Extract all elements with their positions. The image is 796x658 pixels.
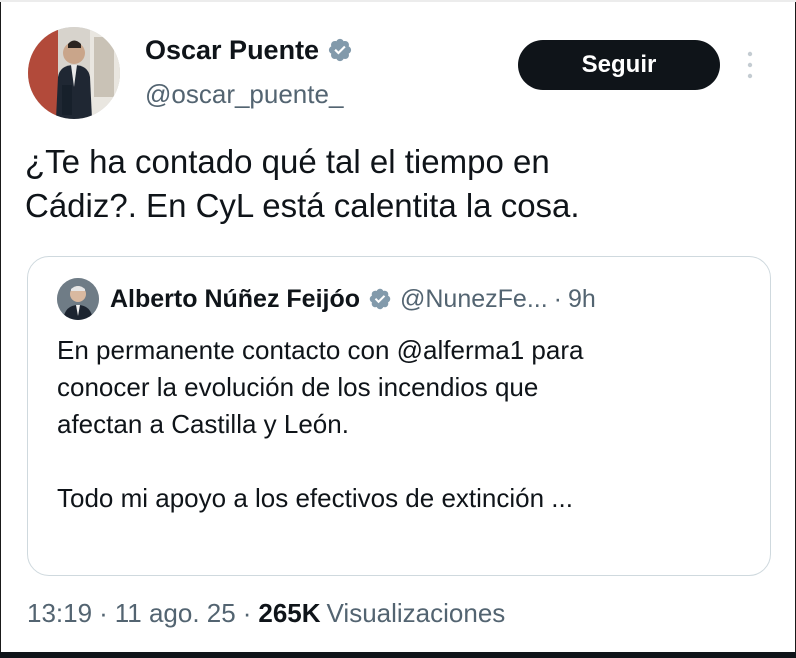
view-count: 265K [258,598,321,628]
tweet-date[interactable]: 11 ago. 25 [115,596,236,630]
author-display-name[interactable]: Oscar Puente [145,34,319,66]
quoted-handle[interactable]: @NunezFe... [400,285,548,314]
separator-dot: · [99,598,108,628]
author-avatar[interactable] [28,27,120,119]
views-label: Visualizaciones [326,598,506,628]
quoted-timestamp[interactable]: 9h [568,285,596,314]
tweet-text-line: Cádiz?. En CyL está calentita la cosa. [25,187,580,224]
quoted-text-line: Todo mi apoyo a los efectivos de extinci… [57,483,573,513]
verified-badge-icon [327,37,353,63]
top-divider [0,0,796,2]
quoted-text-line: afectan a Castilla y León. [57,409,349,439]
tweet-meta: 13:19 · 11 ago. 25 · 265K Visualizacione… [27,596,505,630]
quoted-text-line: conocer la evolución de los incendios qu… [57,372,539,402]
quoted-author-avatar [57,278,99,320]
follow-button[interactable]: Seguir [518,40,720,90]
more-vertical-icon[interactable] [745,48,755,82]
tweet-time[interactable]: 13:19 [27,596,92,630]
tweet-text-line: ¿Te ha contado qué tal el tiempo en [25,143,550,180]
verified-badge-icon [368,287,392,311]
quoted-text-line: En permanente contacto con @alferma1 par… [57,335,584,365]
quoted-header: Alberto Núñez Feijóo @NunezFe... · 9h [110,283,596,315]
author-handle[interactable]: @oscar_puente_ [145,78,343,110]
author-name-row: Oscar Puente [145,34,353,66]
tweet-text: ¿Te ha contado qué tal el tiempo en Cádi… [25,140,765,228]
bottom-divider [0,652,796,658]
quoted-tweet-card[interactable]: Alberto Núñez Feijóo @NunezFe... · 9h En… [27,256,771,576]
separator-dot: · [242,598,252,628]
quoted-text: En permanente contacto con @alferma1 par… [57,332,747,517]
separator-dot: · [553,284,562,313]
quoted-display-name[interactable]: Alberto Núñez Feijóo [110,283,360,315]
